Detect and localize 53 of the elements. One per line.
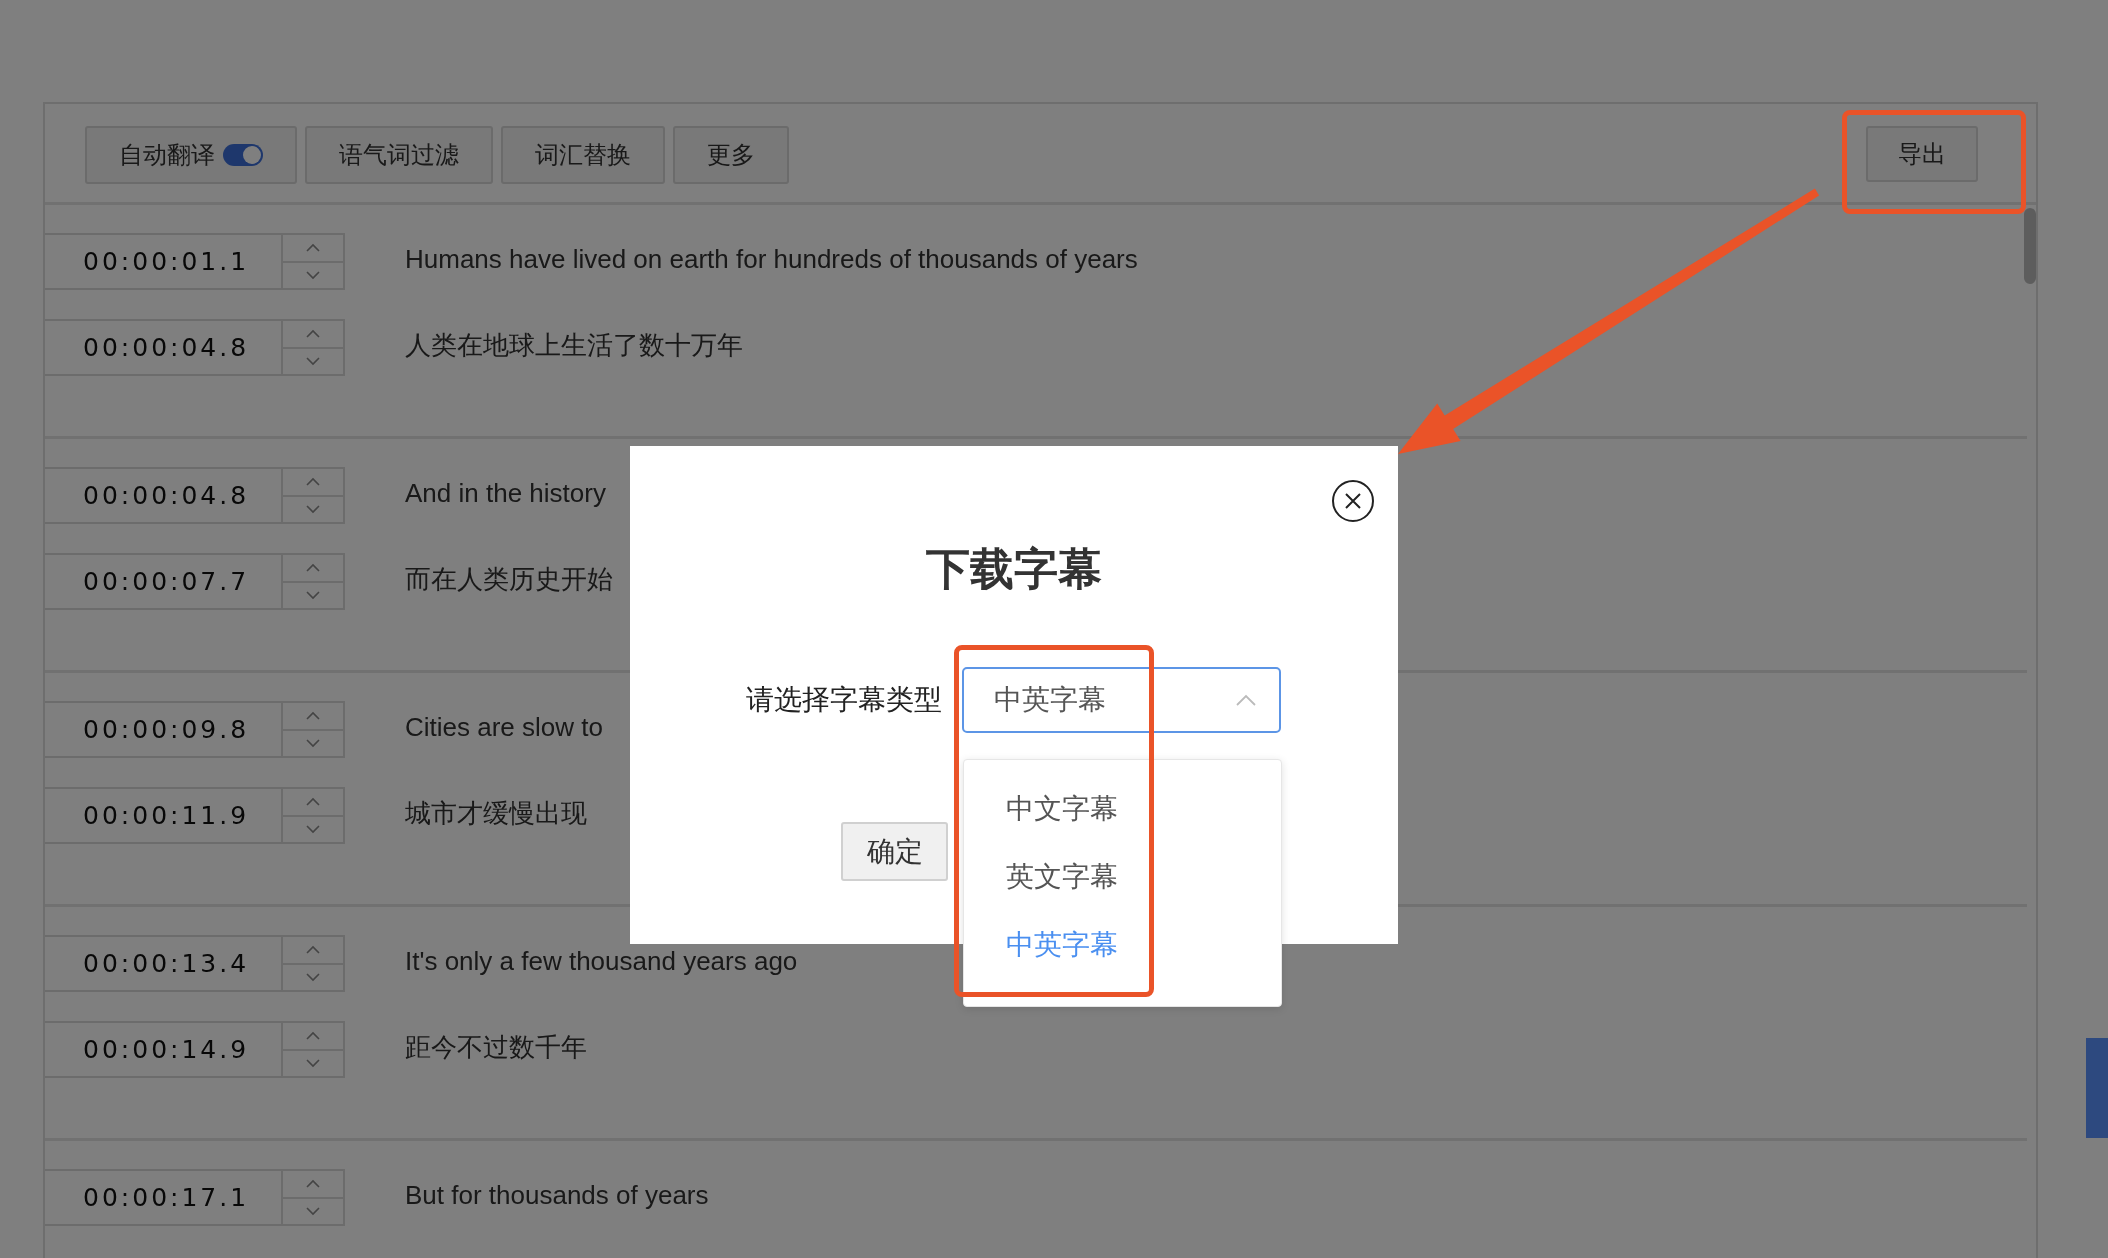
subtitle-type-select[interactable]: 中英字幕 <box>962 667 1281 733</box>
subtitle-text[interactable]: Humans have lived on earth for hundreds of thousands of years <box>405 244 1138 275</box>
time-input[interactable]: 00:00:14.9 <box>45 1021 345 1078</box>
chevron-up-icon <box>305 328 321 339</box>
subtitle-text[interactable]: 城市才缓慢出现 <box>405 796 587 831</box>
dropdown-option[interactable]: 英文字幕 <box>964 846 1281 914</box>
chevron-down-icon <box>305 1206 321 1217</box>
chevron-up-icon <box>305 944 321 955</box>
dropdown-option[interactable]: 中文字幕 <box>964 778 1281 846</box>
confirm-button[interactable]: 确定 <box>841 822 948 881</box>
time-input[interactable]: 00:00:13.4 <box>45 935 345 992</box>
export-button[interactable]: 导出 <box>1866 126 1978 182</box>
dialog-title: 下载字幕 <box>925 543 1103 595</box>
subtitle-text[interactable]: 距今不过数千年 <box>405 1030 587 1065</box>
time-input[interactable]: 00:00:11.9 <box>45 787 345 844</box>
toolbar-button[interactable]: 词汇替换 <box>501 126 665 184</box>
chevron-up-icon <box>305 562 321 573</box>
field-label: 请选择字幕类型 <box>746 683 942 717</box>
time-input[interactable]: 00:00:01.1 <box>45 233 345 290</box>
chevron-up-icon <box>305 1178 321 1189</box>
chevron-up-icon <box>305 796 321 807</box>
chevron-down-icon <box>305 356 321 367</box>
subtitle-text[interactable]: 而在人类历史开始 <box>405 562 613 597</box>
time-input[interactable]: 00:00:07.7 <box>45 553 345 610</box>
subtitle-text[interactable]: Cities are slow to <box>405 712 603 743</box>
chevron-down-icon <box>305 824 321 835</box>
close-icon[interactable] <box>1331 479 1375 523</box>
chevron-up-icon <box>305 242 321 253</box>
subtitle-text[interactable]: But for thousands of years <box>405 1180 709 1211</box>
subtitle-text[interactable]: 人类在地球上生活了数十万年 <box>405 328 743 363</box>
time-input[interactable]: 00:00:17.1 <box>45 1169 345 1226</box>
dropdown-option[interactable]: 中英字幕 <box>964 914 1281 982</box>
subtitle-text[interactable]: It's only a few thousand years ago <box>405 946 798 977</box>
chevron-up-icon <box>305 710 321 721</box>
scrollbar[interactable] <box>2024 208 2036 284</box>
chevron-down-icon <box>305 504 321 515</box>
chevron-down-icon <box>305 972 321 983</box>
chevron-down-icon <box>305 590 321 601</box>
subtitle-text[interactable]: And in the history <box>405 478 606 509</box>
time-input[interactable]: 00:00:04.8 <box>45 319 345 376</box>
time-input[interactable]: 00:00:09.8 <box>45 701 345 758</box>
chevron-up-icon <box>305 476 321 487</box>
time-input[interactable]: 00:00:04.8 <box>45 467 345 524</box>
chevron-up-icon <box>305 1030 321 1041</box>
chevron-icon <box>1235 694 1257 706</box>
toolbar-button[interactable]: 更多 <box>673 126 789 184</box>
toggle-switch[interactable] <box>223 144 263 166</box>
chevron-down-icon <box>305 1058 321 1069</box>
side-tab[interactable] <box>2086 1038 2108 1138</box>
chevron-down-icon <box>305 270 321 281</box>
auto-translate-button[interactable]: 自动翻译 <box>85 126 297 184</box>
chevron-down-icon <box>305 738 321 749</box>
toolbar-button[interactable]: 语气词过滤 <box>305 126 493 184</box>
